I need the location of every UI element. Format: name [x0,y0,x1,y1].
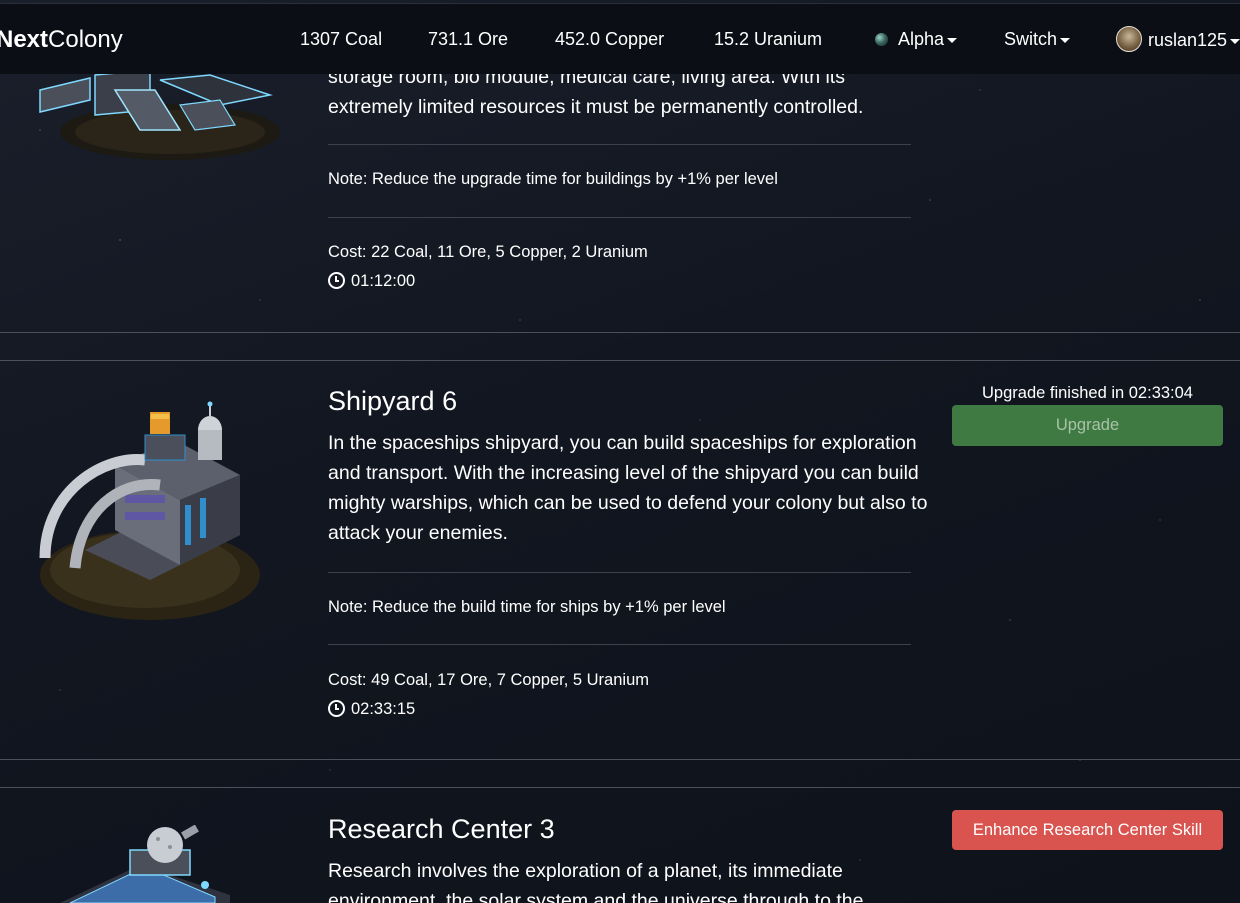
user-menu[interactable]: ruslan125 [1116,26,1240,52]
divider [328,644,911,645]
clock-icon [328,272,345,289]
switch-label: Switch [1004,29,1058,49]
building-title: Research Center 3 [328,814,555,844]
research-center-image [60,825,230,903]
brand-logo[interactable]: NextColony [0,26,123,54]
divider [328,217,911,218]
building-note: Note: Reduce the upgrade time for buildi… [328,170,778,188]
avatar [1116,26,1142,52]
enhance-research-button[interactable]: Enhance Research Center Skill [952,810,1223,850]
clock-icon [328,700,345,717]
upgrade-button[interactable]: Upgrade [952,405,1223,446]
upgrade-status: Upgrade finished in 02:33:04 [982,384,1193,402]
resource-uranium: 15.2 Uranium [714,29,823,49]
brand-bold-text: Next [0,26,49,53]
brand-light-text: Colony [48,26,123,53]
building-description: In the spaceships shipyard, you can buil… [328,432,928,544]
divider [328,572,911,573]
building-title: Shipyard 6 [328,386,458,416]
building-description: Research involves the exploration of a p… [328,860,864,903]
section-divider [0,787,1240,788]
section-divider [0,759,1240,760]
resource-coal: 1307 Coal [300,29,383,49]
planet-icon [875,33,888,46]
build-time: 02:33:15 [328,700,415,719]
build-time-value: 01:12:00 [351,272,416,290]
section-divider [0,332,1240,333]
divider [328,144,911,145]
resource-copper: 452.0 Copper [555,29,665,49]
building-cost: Cost: 22 Coal, 11 Ore, 5 Copper, 2 Urani… [328,243,648,261]
building-cost: Cost: 49 Coal, 17 Ore, 7 Copper, 5 Urani… [328,671,649,689]
resource-ore: 731.1 Ore [428,29,509,49]
caret-down-icon [1230,38,1240,44]
planet-label: Alpha [898,29,945,49]
section-divider [0,360,1240,361]
username: ruslan125 [1148,30,1228,50]
caret-down-icon [947,37,958,43]
shipyard-image [39,401,260,620]
switch-dropdown[interactable]: Switch [1004,29,1071,50]
planet-dropdown[interactable]: Alpha [875,29,958,50]
build-time: 01:12:00 [328,272,415,291]
build-time-value: 02:33:15 [351,700,416,718]
caret-down-icon [1060,37,1071,43]
building-image-partial [39,70,280,160]
top-navbar: NextColony 1307 Coal 731.1 Ore 452.0 Cop… [0,3,1240,74]
building-note: Note: Reduce the build time for ships by… [328,598,726,616]
